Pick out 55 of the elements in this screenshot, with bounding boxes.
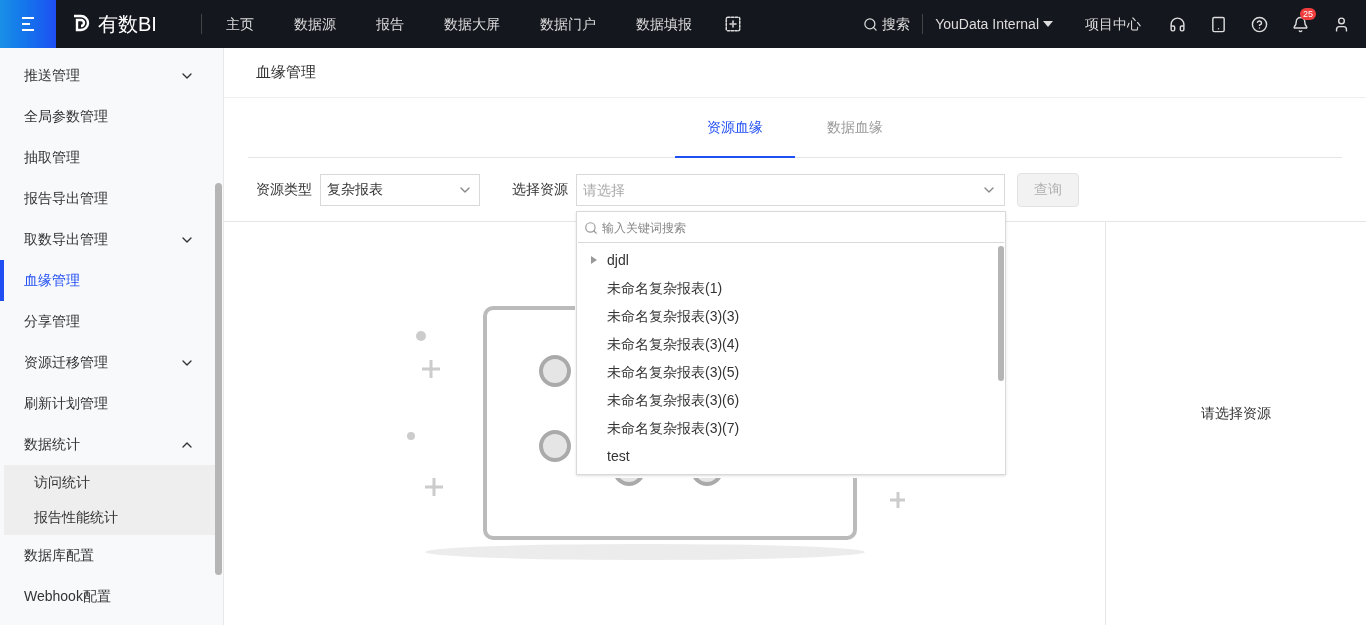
scrollbar[interactable] xyxy=(998,246,1004,381)
sidebar-item[interactable]: 资源迁移管理 xyxy=(0,342,223,383)
dropdown-option[interactable]: djdl xyxy=(577,246,1005,274)
menu-button[interactable] xyxy=(0,0,56,48)
logo-icon xyxy=(72,14,90,34)
dropdown-option[interactable]: 未命名复杂报表(3)(6) xyxy=(577,386,1005,414)
search-icon xyxy=(584,221,598,235)
dropdown-option[interactable]: 未命名复杂报表(3)(5) xyxy=(577,358,1005,386)
nav-link[interactable]: 数据大屏 xyxy=(423,13,520,35)
resource-select[interactable]: 请选择 xyxy=(576,173,1005,206)
dropdown-option[interactable]: 未命名复杂报表(3)(7) xyxy=(577,414,1005,442)
nav-link[interactable]: 报告 xyxy=(355,13,424,35)
sidebar-subitem[interactable]: 访问统计 xyxy=(4,465,215,500)
workspace-dropdown[interactable]: YouData Internal xyxy=(935,13,1053,35)
search-button[interactable]: 搜索 xyxy=(863,13,911,35)
caret-icon xyxy=(1043,21,1053,27)
expand-triangle-icon xyxy=(591,256,597,264)
nav-link[interactable]: 数据门户 xyxy=(519,13,616,35)
dropdown-option[interactable]: 未命名复杂报表(1) xyxy=(577,274,1005,302)
sidebar-item[interactable]: 推送管理 xyxy=(0,55,223,96)
sidebar-item[interactable]: 分享管理 xyxy=(0,301,223,342)
sidebar-item[interactable]: 全局参数管理 xyxy=(0,96,223,137)
filter-label: 资源类型 xyxy=(256,180,312,199)
dropdown-search-field[interactable]: 输入关键词搜索 xyxy=(578,213,1004,243)
sidebar-item[interactable]: 数据统计 xyxy=(0,424,223,465)
sidebar-item[interactable]: 取数导出管理 xyxy=(0,219,223,260)
tab[interactable]: 资源血缘 xyxy=(675,98,795,158)
search-icon xyxy=(863,16,879,32)
tablet-icon[interactable] xyxy=(1210,15,1227,33)
nav-link[interactable]: 数据源 xyxy=(273,13,356,35)
nav-link[interactable]: 数据填报 xyxy=(615,13,712,35)
project-center-link[interactable]: 项目中心 xyxy=(1085,13,1141,35)
dropdown-option[interactable]: 未命名复杂报表(3)(4) xyxy=(577,330,1005,358)
sidebar-item[interactable]: 数据库配置 xyxy=(0,535,223,576)
page-title: 血缘管理 xyxy=(256,62,316,83)
nav-link[interactable]: 主页 xyxy=(205,13,274,35)
sidebar-subitem[interactable]: 报告性能统计 xyxy=(4,500,215,535)
dropdown-option[interactable]: test xyxy=(577,442,1005,470)
help-icon[interactable] xyxy=(1251,15,1268,33)
filter-label: 选择资源 xyxy=(512,180,568,199)
notification-icon[interactable] xyxy=(1292,15,1309,33)
add-icon[interactable] xyxy=(723,15,742,33)
notification-badge: 25 xyxy=(1300,7,1316,20)
sidebar-item[interactable]: 抽取管理 xyxy=(0,137,223,178)
dropdown-option[interactable]: 未命名复杂报表(3)(3) xyxy=(577,302,1005,330)
scrollbar[interactable] xyxy=(215,183,222,575)
sidebar-item[interactable]: 报告导出管理 xyxy=(0,178,223,219)
headset-icon[interactable] xyxy=(1169,15,1186,33)
empty-message: 请选择资源 xyxy=(1201,404,1271,423)
logo-text: 有数BI xyxy=(98,12,157,37)
user-icon[interactable] xyxy=(1333,15,1350,33)
sidebar-item[interactable]: 刷新计划管理 xyxy=(0,383,223,424)
menu-icon xyxy=(19,16,37,32)
resource-type-select[interactable]: 复杂报表 xyxy=(320,173,480,206)
sidebar-item[interactable]: Webhook配置 xyxy=(0,576,223,617)
